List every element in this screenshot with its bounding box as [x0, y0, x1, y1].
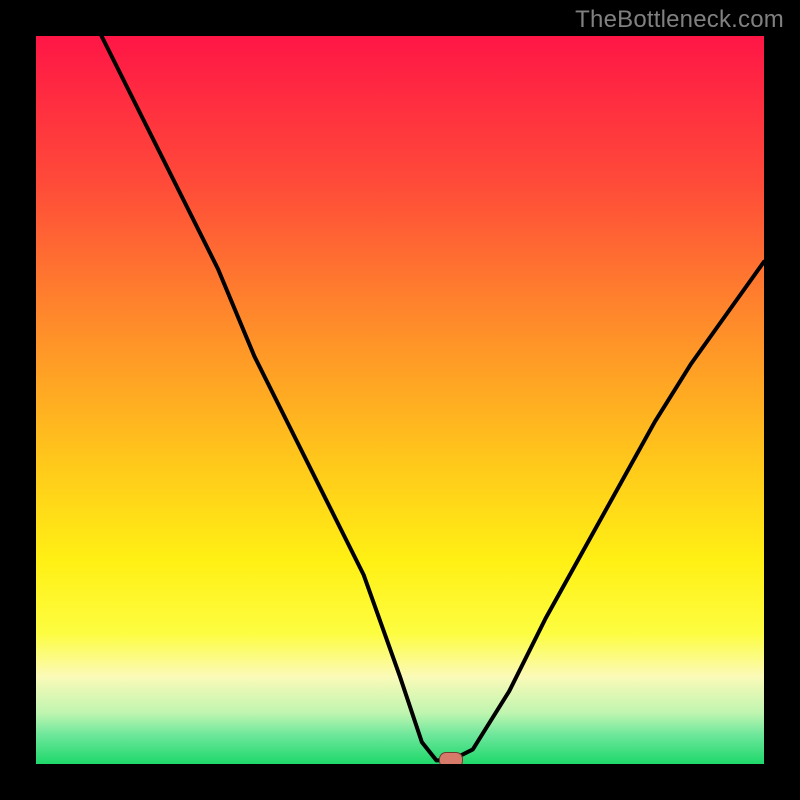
bottleneck-curve [36, 36, 764, 764]
plot-area [36, 36, 764, 764]
chart-container: TheBottleneck.com [0, 0, 800, 800]
watermark-text: TheBottleneck.com [575, 6, 784, 34]
selected-point-marker [439, 752, 463, 764]
